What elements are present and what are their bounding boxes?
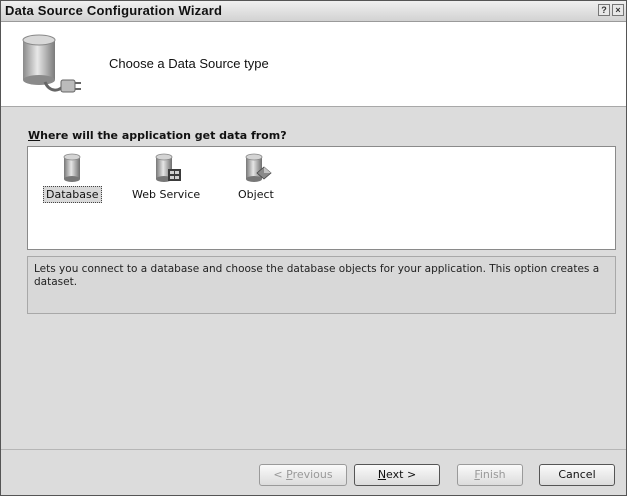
wizard-window: Data Source Configuration Wizard ? × Cho… [0, 0, 627, 496]
next-label: ext > [386, 468, 417, 481]
database-plug-icon [22, 34, 81, 93]
previous-prefix: < [273, 468, 287, 481]
finish-button[interactable]: Finish [457, 464, 523, 486]
next-button[interactable]: Next > [354, 464, 440, 486]
page-title: Choose a Data Source type [109, 56, 269, 71]
close-button[interactable]: × [612, 4, 624, 16]
data-source-prompt: Where will the application get data from… [28, 129, 287, 142]
window-title: Data Source Configuration Wizard [5, 3, 223, 18]
previous-label: revious [292, 468, 333, 481]
finish-label: inish [479, 468, 506, 481]
type-label-object: Object [238, 188, 274, 201]
data-source-type-list[interactable]: Database Web Service Object [27, 146, 616, 250]
type-item-object[interactable]: Object [236, 153, 276, 202]
previous-button[interactable]: < Previous [259, 464, 347, 486]
prompt-mnemonic: W [28, 129, 41, 142]
next-mnemonic: N [377, 468, 387, 481]
cancel-label: Cancel [558, 468, 596, 481]
help-button[interactable]: ? [598, 4, 610, 16]
help-icon: ? [601, 5, 607, 15]
footer-divider [1, 449, 626, 450]
database-icon [63, 153, 81, 182]
type-label-web-service: Web Service [132, 188, 201, 201]
object-icon [245, 153, 272, 182]
prompt-text: here will the application get data from? [40, 129, 287, 142]
close-icon: × [615, 5, 621, 15]
type-item-web-service[interactable]: Web Service [130, 153, 202, 202]
web-service-icon [155, 153, 182, 182]
type-label-database: Database [43, 186, 102, 203]
wizard-header: Choose a Data Source type [1, 22, 626, 107]
title-bar[interactable]: Data Source Configuration Wizard ? × [1, 1, 626, 22]
cancel-button[interactable]: Cancel [539, 464, 615, 486]
type-description: Lets you connect to a database and choos… [27, 256, 616, 314]
type-item-database[interactable]: Database [43, 153, 102, 203]
